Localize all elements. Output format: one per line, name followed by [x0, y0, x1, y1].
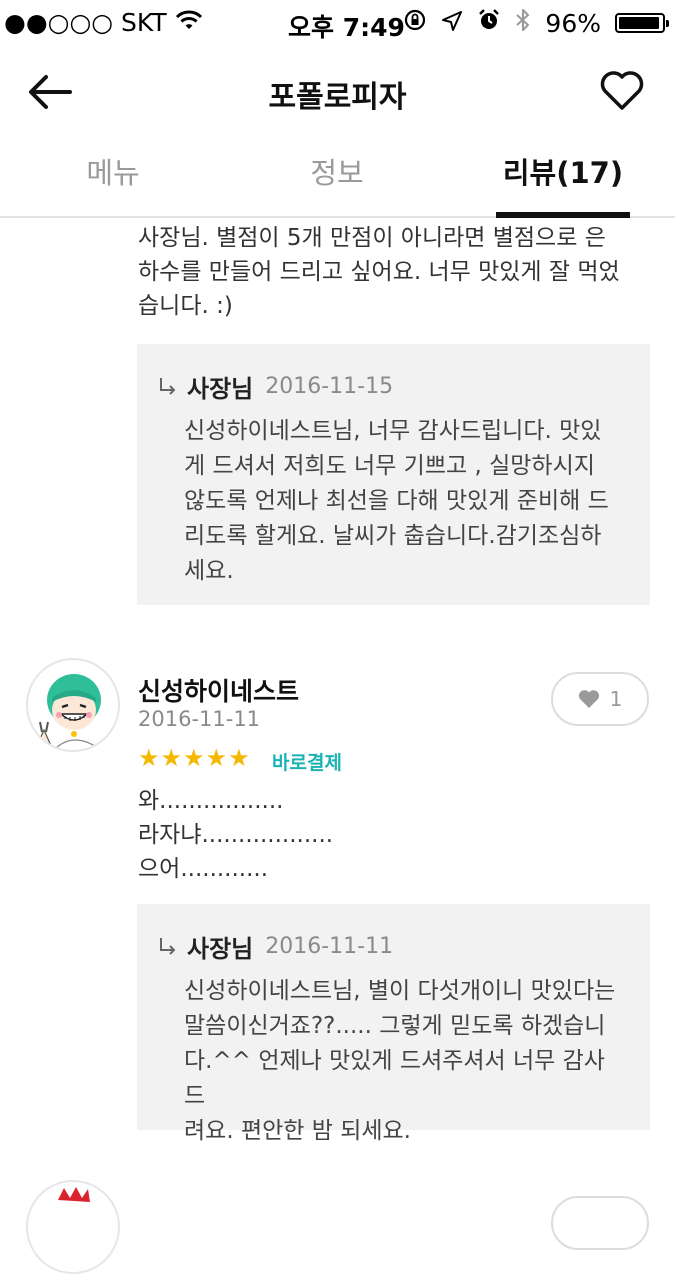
reply-author: 사장님: [187, 375, 254, 403]
avatar-character-icon: [35, 674, 101, 749]
tab-menu[interactable]: 메뉴: [13, 150, 213, 192]
reply-date: 2016-11-15: [265, 374, 394, 399]
reply-line: 게 드셔서 저희도 너무 기쁘고 , 실망하시지: [184, 453, 595, 479]
rotation-lock-icon: [403, 8, 427, 38]
owner-reply: 사장님 2016-11-11 신성하이네스트님, 별이 다섯개이니 맛있다는 말…: [137, 904, 650, 1144]
review-line: 하수를 만들어 드리고 싶어요. 너무 맛있게 잘 먹었: [138, 259, 620, 285]
reply-line: 려요. 편안한 밤 되세요.: [184, 1118, 411, 1144]
wifi-icon: [175, 8, 203, 37]
payment-badge: 바로결제: [272, 752, 342, 774]
bluetooth-icon: [515, 8, 531, 38]
reply-text: 신성하이네스트님, 너무 감사드립니다. 맛있 게 드셔서 저희도 너무 기쁘고…: [184, 414, 624, 589]
carrier-label: ●●○○○ SKT: [4, 8, 167, 37]
reviewer-avatar[interactable]: [26, 658, 120, 752]
like-button[interactable]: 1: [551, 672, 649, 726]
status-bar: ●●○○○ SKT 오후 7:49 96%: [0, 0, 675, 44]
review-line: 라자냐..................: [138, 822, 334, 848]
reply-line: 않도록 언제나 최선을 다해 맛있게 준비해 드: [184, 488, 609, 514]
review-line: 와.................: [138, 788, 284, 814]
reply-line: 신성하이네스트님, 너무 감사드립니다. 맛있: [184, 418, 602, 444]
review-line: 사장님. 별점이 5개 만점이 아니라면 별점으로 은: [138, 225, 606, 251]
reply-line: 세요.: [184, 558, 234, 584]
battery-icon: [615, 13, 669, 33]
tab-reviews[interactable]: 리뷰(17): [463, 150, 663, 192]
tab-bar: 메뉴 정보 리뷰(17): [0, 140, 675, 218]
heart-icon: [600, 71, 644, 110]
review-text: 사장님. 별점이 5개 만점이 아니라면 별점으로 은 하수를 만들어 드리고 …: [138, 221, 658, 323]
active-tab-indicator: [496, 212, 630, 218]
reply-author: 사장님: [187, 935, 254, 963]
clock: 오후 7:49: [288, 13, 405, 42]
reply-line: 신성하이네스트님, 별이 다섯개이니 맛있다는: [184, 978, 616, 1004]
reply-text: 신성하이네스트님, 별이 다섯개이니 맛있다는 말씀이신거죠??..... 그렇…: [184, 974, 624, 1149]
reply-line: 리도록 할게요. 날씨가 춥습니다.감기조심하: [184, 523, 602, 549]
next-reviewer-avatar[interactable]: [26, 1180, 120, 1274]
reply-arrow-icon: [160, 937, 176, 955]
nav-bar: 포폴로피자: [0, 44, 675, 140]
reviewer-name: 신성하이네스트: [138, 677, 300, 706]
reply-date: 2016-11-11: [265, 934, 394, 959]
reply-arrow-icon: [160, 377, 176, 395]
favorite-button[interactable]: [599, 68, 645, 114]
avatar-character-icon: [58, 1187, 90, 1202]
like-count: 1: [609, 687, 623, 711]
tab-info[interactable]: 정보: [237, 150, 437, 192]
battery-percent: 96%: [545, 8, 601, 38]
review-line: 습니다. :): [138, 293, 233, 319]
alarm-icon: [477, 8, 501, 38]
review-date: 2016-11-11: [138, 707, 261, 731]
heart-icon: [578, 690, 599, 708]
review-text: 와................. 라자냐..................…: [138, 784, 658, 886]
like-button[interactable]: [551, 1196, 649, 1250]
reply-line: 다.^^ 언제나 맛있게 드셔주셔서 너무 감사드: [184, 1048, 605, 1109]
review-line: 으어............: [138, 856, 269, 882]
page-title: 포폴로피자: [268, 80, 407, 115]
location-icon: [441, 9, 463, 38]
reply-line: 말씀이신거죠??..... 그렇게 믿도록 하겠습니: [184, 1013, 606, 1039]
owner-reply: 사장님 2016-11-15 신성하이네스트님, 너무 감사드립니다. 맛있 게…: [137, 344, 650, 605]
star-rating: ★★★★★: [138, 744, 251, 772]
